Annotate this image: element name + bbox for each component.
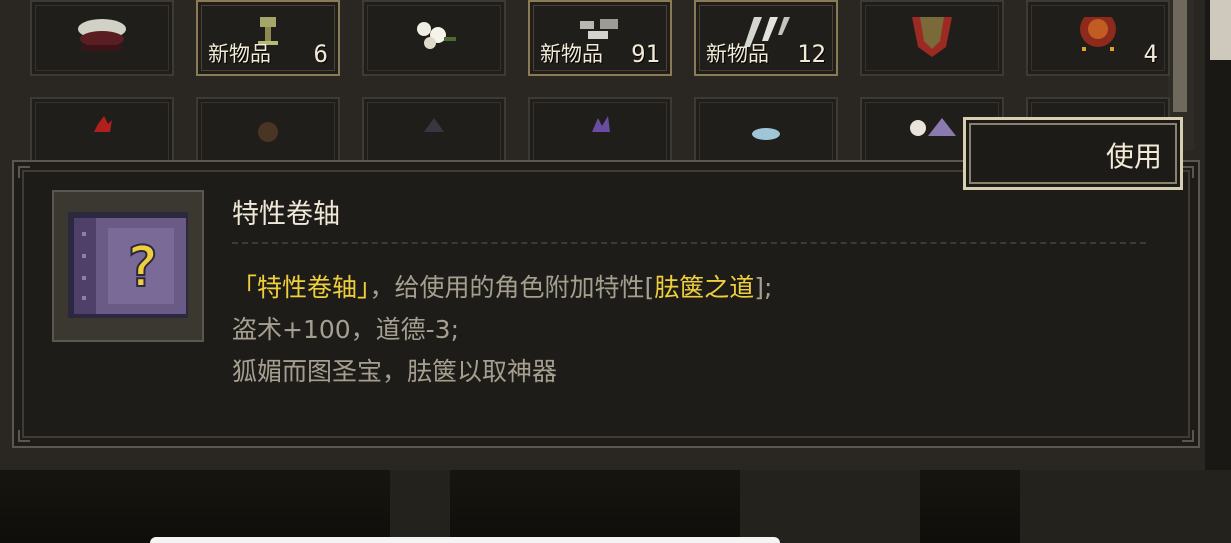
inventory-slot[interactable]: 新物品 6 [196, 0, 340, 76]
new-item-tag: 新物品 [208, 42, 271, 66]
background-wall-segment [1020, 470, 1231, 543]
inventory-slot[interactable] [860, 0, 1004, 76]
use-button[interactable]: 使用 [963, 117, 1183, 190]
item-count: 91 [631, 40, 660, 68]
background-wall-segment [740, 470, 920, 543]
use-button-label: 使用 [1105, 140, 1162, 173]
frame-corner [18, 166, 30, 178]
trait-name: 胠箧之道 [654, 273, 755, 302]
frame-corner [18, 430, 30, 442]
tooltip-divider [232, 242, 1146, 244]
window-edge [1210, 0, 1231, 60]
item-name-quote: 「特性卷轴」 [232, 273, 370, 302]
item-count: 6 [313, 40, 328, 68]
background-floor [0, 470, 1231, 543]
frame-corner [1182, 166, 1194, 178]
frame-corner [1182, 430, 1194, 442]
svg-text:?: ? [125, 235, 159, 300]
blue-crystal-icon [752, 128, 780, 140]
inventory-slot[interactable]: 新物品 91 [528, 0, 672, 76]
bottom-overlay-bar [150, 537, 780, 543]
inventory-slot[interactable] [362, 0, 506, 76]
new-item-tag: 新物品 [540, 42, 603, 66]
inventory-slot[interactable]: 4 [1026, 0, 1170, 76]
red-seal-icon [1080, 17, 1116, 51]
background-wall-segment [390, 470, 450, 543]
brown-orb-icon [258, 122, 278, 142]
description-line-2: 盗术+100，道德-3; [232, 315, 460, 344]
description-line-1: 「特性卷轴」，给使用的角色附加特性[胠箧之道]; [232, 268, 772, 304]
inventory-slot[interactable] [30, 0, 174, 76]
purple-herb-icon [592, 116, 610, 132]
dark-gem-icon [424, 118, 444, 132]
description-line-3: 狐媚而图圣宝，胠箧以取神器 [232, 357, 558, 386]
item-tooltip: ? 特性卷轴 「特性卷轴」，给使用的角色附加特性[胠箧之道]; 盗术+100，道… [12, 160, 1200, 448]
inventory-slot[interactable]: 新物品 12 [694, 0, 838, 76]
white-flowers-icon [417, 22, 456, 49]
description-text: ，给使用的角色附加特性[ [369, 273, 655, 302]
item-name: 特性卷轴 [232, 199, 340, 230]
item-count: 12 [797, 40, 826, 68]
item-count: 4 [1143, 40, 1158, 68]
scrollbar-thumb[interactable] [1173, 0, 1187, 112]
skull-pile-icon [910, 118, 956, 136]
bronze-shield-icon [912, 17, 952, 57]
red-herb-icon [94, 116, 112, 132]
item-icon-frame: ? [52, 190, 204, 342]
pottery-bowl-icon [78, 19, 126, 51]
description-text: ]; [754, 273, 773, 302]
new-item-tag: 新物品 [706, 42, 769, 66]
trait-scroll-icon: ? [68, 212, 188, 318]
